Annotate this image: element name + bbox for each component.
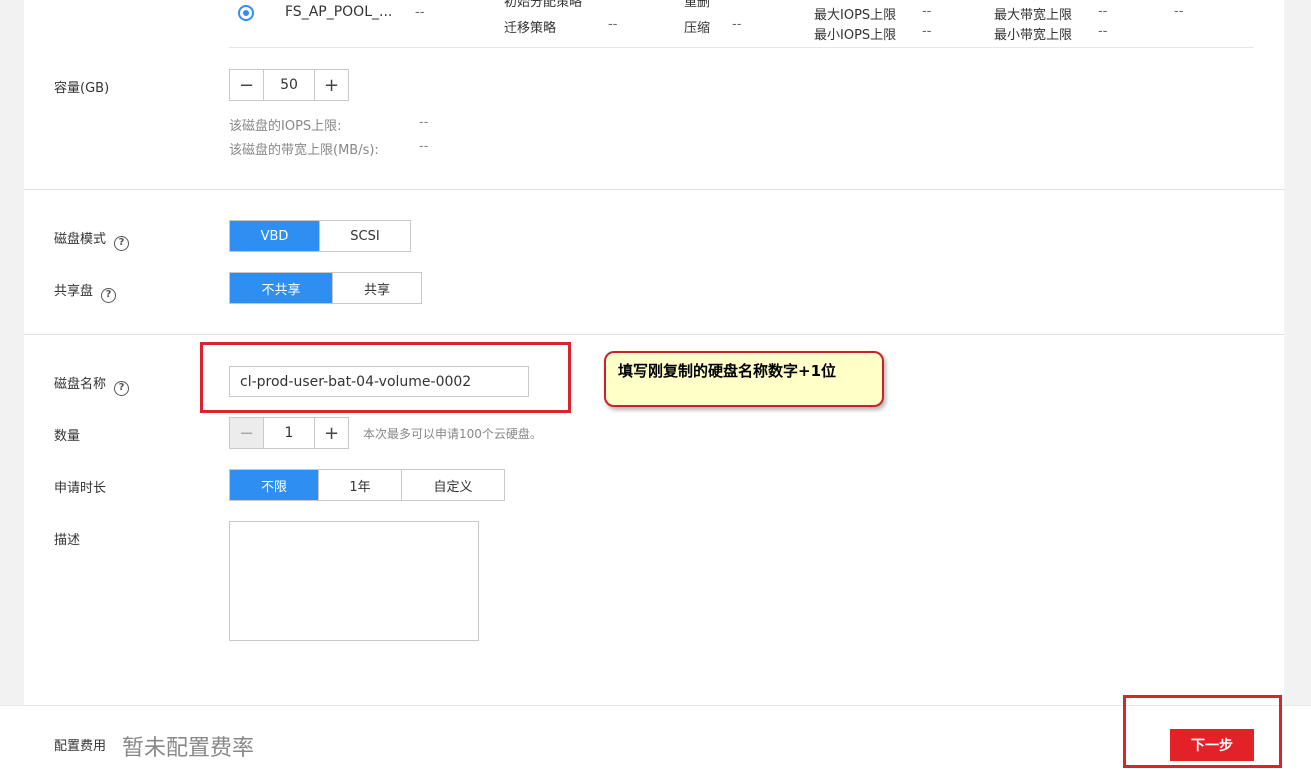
- duration-option-custom[interactable]: 自定义: [402, 470, 504, 500]
- shared-disk-option-no[interactable]: 不共享: [230, 273, 333, 303]
- shared-disk-label-text: 共享盘: [54, 284, 94, 299]
- footer-bar: 配置费用 暂未配置费率: [0, 705, 1311, 769]
- max-iops-label: 最大IOPS上限: [814, 8, 897, 23]
- duration-option-unlimited[interactable]: 不限: [230, 470, 319, 500]
- shared-disk-option-yes[interactable]: 共享: [333, 273, 421, 303]
- compress-value: --: [732, 17, 742, 32]
- quantity-value[interactable]: 1: [263, 418, 315, 448]
- capacity-value[interactable]: 50: [263, 70, 315, 100]
- dedup-value: --: [732, 0, 741, 6]
- quantity-label: 数量: [54, 429, 81, 444]
- min-iops-value: --: [922, 24, 932, 39]
- quantity-stepper: − 1 +: [229, 417, 349, 449]
- section-divider-2: [24, 334, 1284, 335]
- min-bw-value: --: [1098, 24, 1108, 39]
- fee-value: 暂未配置费率: [122, 736, 255, 761]
- quantity-minus-button[interactable]: −: [230, 418, 263, 448]
- capacity-minus-button[interactable]: −: [230, 70, 263, 100]
- alloc-policy-label: 初始分配策略: [504, 0, 583, 10]
- description-label: 描述: [54, 533, 81, 548]
- max-bw-value: --: [1098, 4, 1108, 19]
- dedup-label: 重删: [684, 0, 711, 10]
- max-bw-label: 最大带宽上限: [994, 8, 1073, 23]
- disk-name-label-text: 磁盘名称: [54, 377, 107, 392]
- duration-option-1year[interactable]: 1年: [319, 470, 402, 500]
- disk-iops-value: --: [419, 115, 429, 130]
- section-divider-1: [24, 189, 1284, 190]
- highlight-box-next: [1123, 695, 1282, 768]
- disk-mode-selector: VBD SCSI: [229, 220, 411, 252]
- description-textarea[interactable]: [229, 521, 479, 641]
- help-icon[interactable]: ?: [114, 381, 130, 396]
- min-iops-label: 最小IOPS上限: [814, 28, 897, 43]
- duration-selector: 不限 1年 自定义: [229, 469, 505, 501]
- capacity-plus-button[interactable]: +: [315, 70, 348, 100]
- annotation-callout: 填写刚复制的硬盘名称数字+1位: [604, 351, 884, 407]
- duration-label: 申请时长: [54, 481, 107, 496]
- disk-name-label: 磁盘名称?: [54, 373, 130, 396]
- disk-bw-label: 该磁盘的带宽上限(MB/s):: [229, 143, 379, 158]
- pool-radio[interactable]: [238, 5, 254, 21]
- shared-disk-label: 共享盘?: [54, 280, 117, 303]
- max-iops-value: --: [922, 4, 932, 19]
- disk-bw-value: --: [419, 139, 429, 154]
- fee-label: 配置费用: [54, 739, 107, 754]
- pool-last-value: --: [1174, 4, 1184, 19]
- quantity-hint: 本次最多可以申请100个云硬盘。: [363, 427, 542, 441]
- pool-value: --: [415, 5, 425, 20]
- help-icon[interactable]: ?: [101, 288, 117, 303]
- min-bw-label: 最小带宽上限: [994, 28, 1073, 43]
- capacity-stepper: − 50 +: [229, 69, 349, 101]
- migration-policy-value: --: [608, 17, 618, 32]
- quantity-plus-button[interactable]: +: [315, 418, 348, 448]
- highlight-box-disk-name: [200, 342, 571, 413]
- pool-name: FS_AP_POOL_...: [285, 4, 393, 20]
- disk-mode-option-scsi[interactable]: SCSI: [320, 221, 410, 251]
- alloc-policy-value: --: [608, 0, 617, 6]
- table-bottom-line: [229, 47, 1254, 48]
- shared-disk-selector: 不共享 共享: [229, 272, 422, 304]
- disk-mode-option-vbd[interactable]: VBD: [230, 221, 320, 251]
- compress-label: 压缩: [684, 21, 711, 36]
- disk-iops-label: 该磁盘的IOPS上限:: [229, 119, 342, 134]
- capacity-label: 容量(GB): [54, 81, 110, 96]
- disk-mode-label: 磁盘模式?: [54, 228, 130, 251]
- disk-mode-label-text: 磁盘模式: [54, 232, 107, 247]
- help-icon[interactable]: ?: [114, 236, 130, 251]
- migration-policy-label: 迁移策略: [504, 21, 557, 36]
